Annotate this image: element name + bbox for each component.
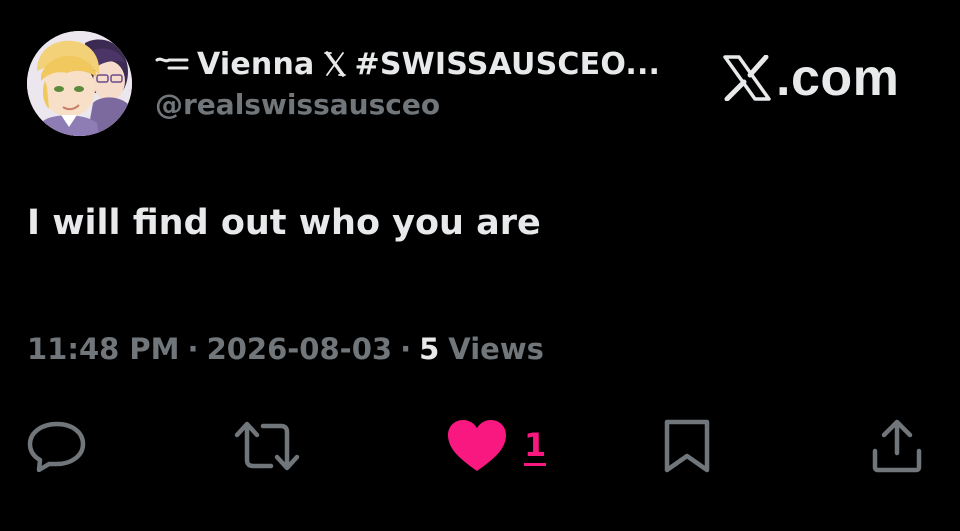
lines-icon: [155, 51, 189, 77]
small-x-icon: [324, 49, 347, 79]
views-count: 5: [419, 332, 440, 366]
reply-button[interactable]: [27, 418, 87, 474]
tweet-date[interactable]: 2026-08-03: [207, 332, 393, 366]
tweet-meta: 11:48 PM · 2026-08-03 · 5 Views: [27, 332, 544, 366]
bookmark-button[interactable]: [662, 418, 712, 474]
brand-watermark: .com: [722, 49, 900, 107]
avatar[interactable]: [27, 31, 132, 136]
views-label: Views: [448, 332, 544, 366]
display-name-hashtag: #SWISSAUSCEO...: [354, 46, 661, 82]
share-button[interactable]: [870, 418, 924, 474]
brand-domain: .com: [776, 49, 900, 107]
repost-icon: [234, 421, 300, 471]
tweet-text: I will find out who you are: [27, 203, 541, 243]
avatar-image: [27, 31, 132, 136]
display-name: Vienna: [197, 46, 315, 82]
share-icon: [872, 419, 922, 473]
reply-icon: [27, 421, 86, 472]
author-name-row[interactable]: Vienna #SWISSAUSCEO...: [155, 42, 660, 86]
repost-button[interactable]: [233, 418, 301, 474]
bookmark-icon: [664, 419, 710, 473]
author-handle[interactable]: @realswissausceo: [155, 88, 440, 121]
separator-dot: ·: [187, 332, 199, 366]
heart-icon: [448, 420, 506, 471]
like-button[interactable]: 1: [446, 418, 547, 474]
like-count: 1: [524, 425, 547, 466]
tweet-time[interactable]: 11:48 PM: [27, 332, 180, 366]
x-logo-icon: [722, 55, 772, 101]
separator-dot: ·: [400, 332, 412, 366]
